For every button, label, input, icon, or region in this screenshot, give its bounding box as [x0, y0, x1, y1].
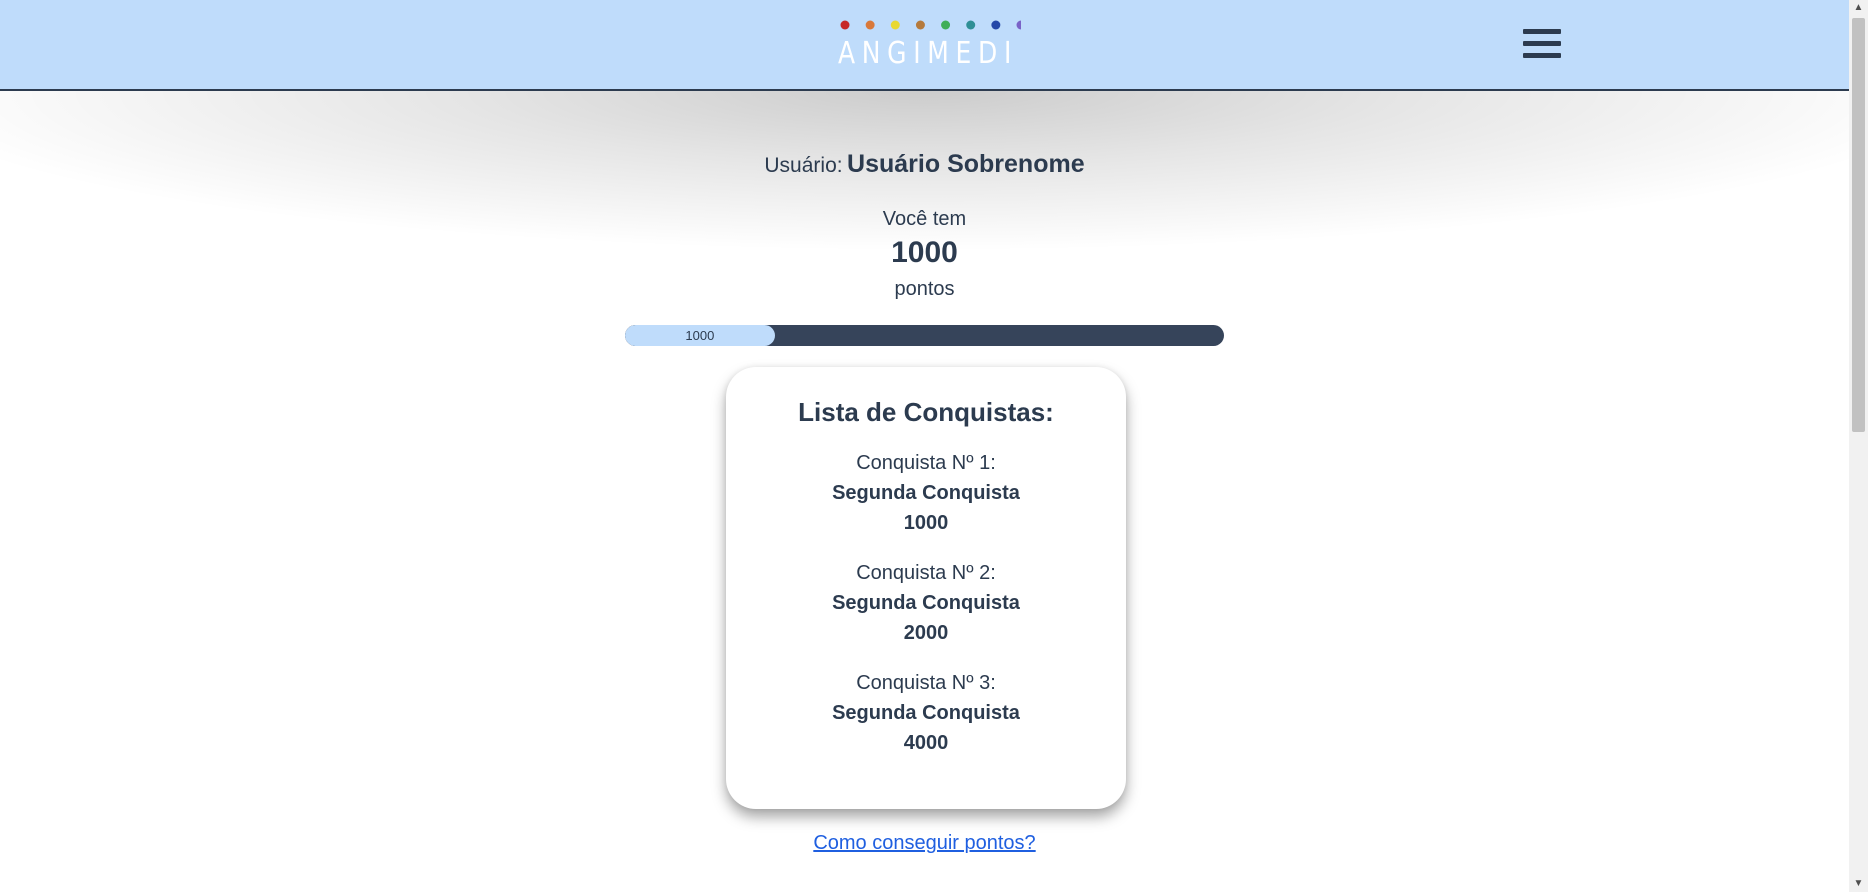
logo-dot — [991, 20, 1001, 30]
points-prefix: Você tem — [882, 208, 967, 230]
svg-text:ANGIMEDI: ANGIMEDI — [838, 36, 1018, 65]
achievements-title: Lista de Conquistas: — [798, 397, 1054, 427]
menu-bar — [1523, 29, 1561, 34]
achievement-name: Segunda Conquista — [832, 702, 1020, 724]
achievement-item: Conquista Nº 1: Segunda Conquista 1000 — [726, 448, 1126, 538]
menu-bar — [1523, 53, 1561, 58]
scroll-up-arrow-icon[interactable]: ▲ — [1849, 0, 1868, 16]
points-value: 1000 — [891, 236, 958, 269]
achievement-points: 4000 — [903, 732, 949, 754]
vertical-scrollbar[interactable]: ▲ ▼ — [1849, 0, 1868, 892]
logo-dot — [865, 20, 875, 30]
logo-dot — [966, 20, 976, 30]
achievement-name: Segunda Conquista — [832, 482, 1020, 504]
scrollbar-thumb[interactable] — [1852, 18, 1865, 432]
logo-dot — [1016, 20, 1021, 30]
angimedi-logo[interactable]: ANGIMEDI — [835, 19, 1021, 65]
achievement-label: Conquista Nº 1: — [856, 452, 996, 474]
achievement-label: Conquista Nº 2: — [856, 562, 996, 584]
logo-dot — [840, 20, 850, 30]
user-label: Usuário: — [764, 154, 843, 177]
how-to-earn-points-link[interactable]: Como conseguir pontos? — [0, 832, 1849, 855]
user-line: Usuário: Usuário Sobrenome — [0, 150, 1849, 179]
achievement-points: 1000 — [903, 512, 949, 534]
achievement-points: 2000 — [903, 622, 949, 644]
points-suffix: pontos — [894, 278, 955, 300]
user-name: Usuário Sobrenome — [847, 150, 1085, 178]
top-header: ANGIMEDI — [0, 0, 1849, 91]
achievement-item: Conquista Nº 2: Segunda Conquista 2000 — [726, 558, 1126, 648]
hamburger-menu-icon[interactable] — [1523, 29, 1561, 59]
achievement-label: Conquista Nº 3: — [856, 672, 996, 694]
achievement-item: Conquista Nº 3: Segunda Conquista 4000 — [726, 668, 1126, 758]
logo-dot — [941, 20, 951, 30]
points-progress-bar: 1000 — [625, 325, 1224, 346]
progress-fill: 1000 — [625, 325, 775, 346]
achievement-name: Segunda Conquista — [832, 592, 1020, 614]
menu-bar — [1523, 41, 1561, 46]
logo-dot — [915, 20, 925, 30]
scroll-down-arrow-icon[interactable]: ▼ — [1849, 876, 1868, 892]
logo-dot — [890, 20, 900, 30]
achievements-card: Lista de Conquistas: Conquista Nº 1: Seg… — [726, 367, 1126, 809]
